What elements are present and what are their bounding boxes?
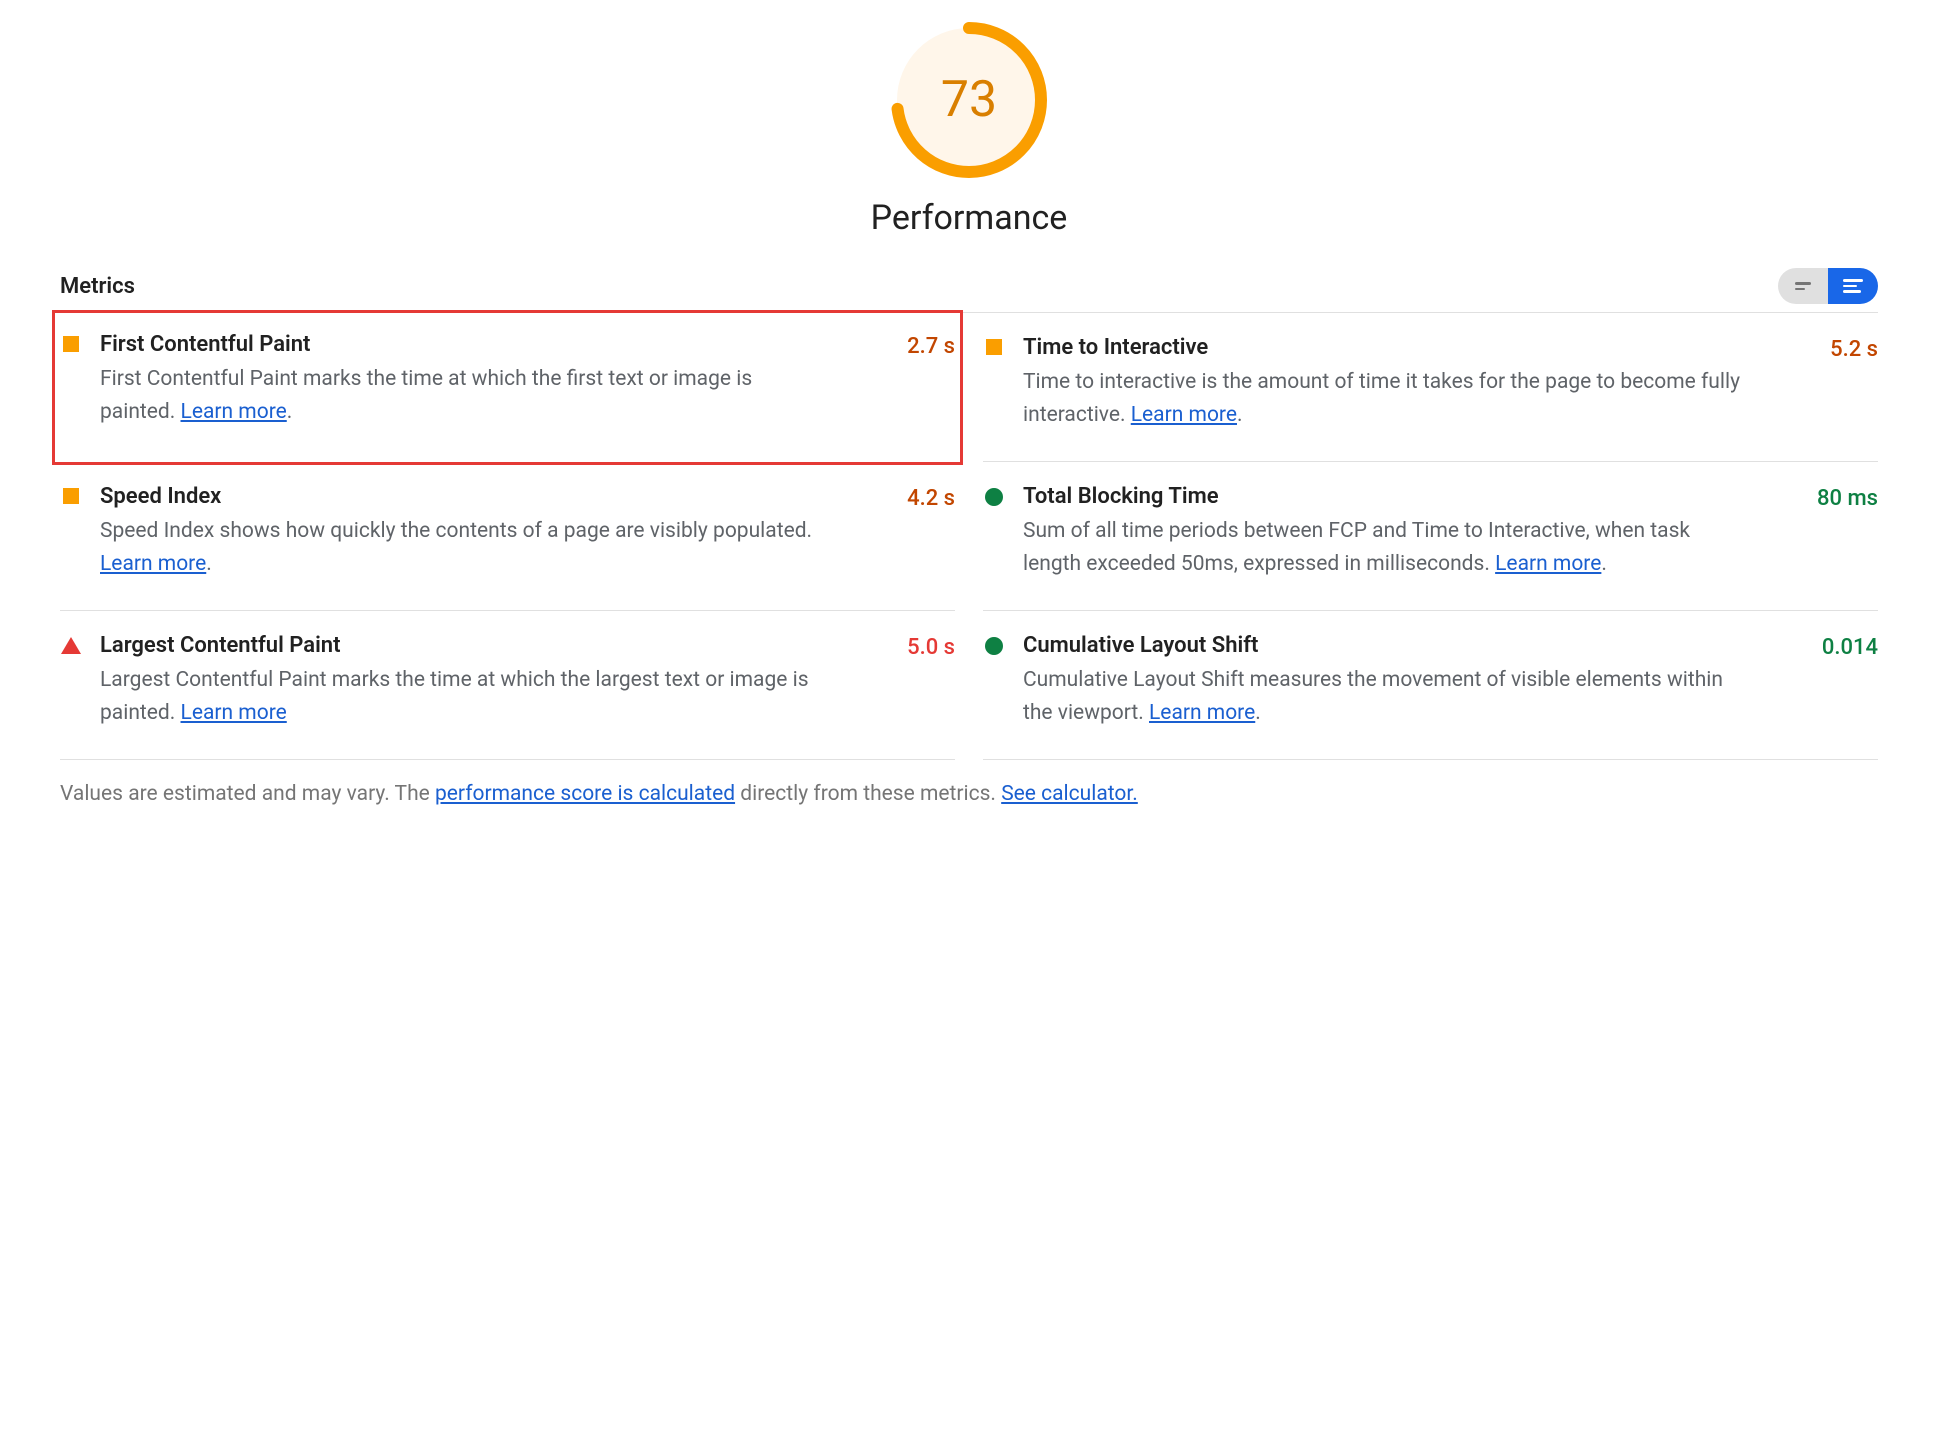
metric-value: 80 ms: [1817, 484, 1878, 580]
metric-description: Time to interactive is the amount of tim…: [1023, 366, 1749, 431]
footnote-link-calculator[interactable]: See calculator.: [1001, 782, 1138, 806]
gauge-title: Performance: [871, 198, 1068, 238]
status-icon: [60, 484, 82, 580]
metric-desc-post: .: [287, 400, 293, 424]
view-collapsed-button[interactable]: [1778, 268, 1828, 304]
status-icon: [60, 332, 82, 435]
metric-description: Sum of all time periods between FCP and …: [1023, 515, 1737, 580]
footnote-text-2: directly from these metrics.: [735, 782, 1001, 806]
metric-card: Largest Contentful Paint Largest Contentf…: [60, 611, 955, 760]
view-toggle: [1778, 268, 1878, 304]
learn-more-link[interactable]: Learn more: [1495, 552, 1601, 576]
metric-body: Cumulative Layout Shift Cumulative Layout…: [1023, 633, 1804, 729]
metric-desc-post: .: [1237, 403, 1243, 427]
learn-more-link[interactable]: Learn more: [1149, 701, 1255, 725]
metrics-heading: Metrics: [60, 274, 135, 299]
metric-title: Speed Index: [100, 484, 889, 509]
metric-body: Total Blocking Time Sum of all time perio…: [1023, 484, 1799, 580]
metric-body: Time to Interactive Time to interactive i…: [1023, 335, 1812, 431]
metrics-grid: First Contentful Paint First Contentful P…: [60, 312, 1878, 760]
metric-description: Cumulative Layout Shift measures the mov…: [1023, 664, 1741, 729]
metric-description: Largest Contentful Paint marks the time …: [100, 664, 826, 729]
metric-body: Speed Index Speed Index shows how quickly…: [100, 484, 889, 580]
metric-title: Time to Interactive: [1023, 335, 1812, 360]
metric-value: 5.0 s: [907, 633, 955, 729]
view-expanded-button[interactable]: [1828, 268, 1878, 304]
performance-gauge: 73 Performance: [60, 20, 1878, 238]
metric-value: 0.014: [1822, 633, 1878, 729]
status-icon: [60, 633, 82, 729]
metric-title: Cumulative Layout Shift: [1023, 633, 1804, 658]
metric-description: First Contentful Paint marks the time at…: [100, 363, 826, 428]
status-icon: [983, 335, 1005, 431]
metric-desc-text: Cumulative Layout Shift measures the mov…: [1023, 668, 1723, 725]
metric-desc-post: .: [1601, 552, 1607, 576]
metric-card: Time to Interactive Time to interactive i…: [983, 313, 1878, 462]
footnote-link-calculated[interactable]: performance score is calculated: [435, 782, 735, 806]
learn-more-link[interactable]: Learn more: [100, 552, 206, 576]
metric-card: Total Blocking Time Sum of all time perio…: [983, 462, 1878, 611]
metric-title: Largest Contentful Paint: [100, 633, 889, 658]
metric-desc-post: .: [206, 552, 212, 576]
collapse-icon: [1795, 282, 1811, 290]
footnote: Values are estimated and may vary. The p…: [60, 760, 1878, 806]
status-icon: [983, 484, 1005, 580]
metric-card: Speed Index Speed Index shows how quickly…: [60, 462, 955, 611]
metric-desc-text: Speed Index shows how quickly the conten…: [100, 519, 812, 543]
footnote-text: Values are estimated and may vary. The: [60, 782, 435, 806]
status-icon: [983, 633, 1005, 729]
metric-value: 2.7 s: [907, 332, 955, 435]
learn-more-link[interactable]: Learn more: [181, 400, 287, 424]
metric-value: 4.2 s: [907, 484, 955, 580]
expand-icon: [1843, 279, 1863, 293]
metric-desc-post: .: [1255, 701, 1261, 725]
metric-title: First Contentful Paint: [100, 332, 889, 357]
score-value: 73: [941, 71, 997, 129]
metric-title: Total Blocking Time: [1023, 484, 1799, 509]
learn-more-link[interactable]: Learn more: [181, 701, 287, 725]
metric-body: First Contentful Paint First Contentful P…: [100, 332, 889, 435]
metric-description: Speed Index shows how quickly the conten…: [100, 515, 826, 580]
metric-card: Cumulative Layout Shift Cumulative Layout…: [983, 611, 1878, 760]
metric-card: First Contentful Paint First Contentful P…: [52, 310, 963, 465]
learn-more-link[interactable]: Learn more: [1131, 403, 1237, 427]
metric-value: 5.2 s: [1830, 335, 1878, 431]
metric-body: Largest Contentful Paint Largest Contentf…: [100, 633, 889, 729]
score-gauge: 73: [889, 20, 1049, 180]
